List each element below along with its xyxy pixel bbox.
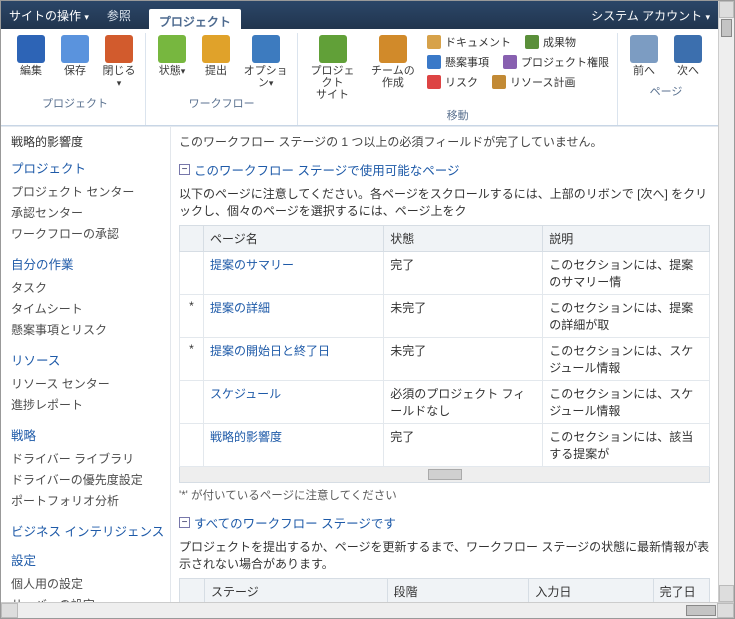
sidebar-item[interactable]: プロジェクト センター xyxy=(11,181,170,202)
col-step: 段階 xyxy=(387,579,529,602)
table-row: 戦略的影響度完了このセクションには、該当する提案が xyxy=(180,424,710,467)
sidebar-current[interactable]: 戦略的影響度 xyxy=(11,131,170,152)
table-row: *提案の開始日と終了日未完了このセクションには、スケジュール情報 xyxy=(180,338,710,381)
window-hscroll[interactable] xyxy=(1,602,734,618)
table-row: スケジュール必須のプロジェクト フィールドなしこのセクションには、スケジュール情… xyxy=(180,381,710,424)
edit-button[interactable]: 編集 xyxy=(11,33,51,79)
close-button[interactable]: 閉じる▾ xyxy=(99,33,139,91)
sidebar-item[interactable]: サーバーの設定 xyxy=(11,594,170,602)
account-menu[interactable]: システム アカウント ▾ xyxy=(591,7,710,24)
sidebar-item[interactable]: リソース センター xyxy=(11,373,170,394)
page-link[interactable]: 戦略的影響度 xyxy=(204,424,384,467)
ribbon: 編集 保存 閉じる▾ プロジェクト 状態▾ 提出 オプション▾ ワークフロー xyxy=(1,29,718,126)
pages-hscroll[interactable] xyxy=(179,467,710,483)
sidebar-header[interactable]: 自分の作業 xyxy=(11,254,170,273)
workflow-warning: このワークフロー ステージの 1 つ以上の必須フィールドが完了していません。 xyxy=(179,133,710,150)
sidebar-item[interactable]: タイムシート xyxy=(11,298,170,319)
col-stage: ステージ xyxy=(205,579,388,602)
resource-button[interactable]: リソース計画 xyxy=(490,73,577,91)
sidebar-header[interactable]: 設定 xyxy=(11,550,170,569)
col-entry: 入力日 xyxy=(529,579,653,602)
document-button[interactable]: ドキュメント xyxy=(425,33,513,51)
site-actions-menu[interactable]: サイトの操作 ▾ xyxy=(9,7,89,24)
ribbon-group-project-label: プロジェクト xyxy=(11,93,139,111)
sidebar-item[interactable]: ドライバーの優先度設定 xyxy=(11,469,170,490)
deliverable-button[interactable]: 成果物 xyxy=(523,33,578,51)
pages-note: 以下のページに注意してください。各ページをスクロールするには、上部のリボンで [… xyxy=(179,185,710,219)
sidebar-header[interactable]: ビジネス インテリジェンス xyxy=(11,521,170,540)
window-vscroll[interactable] xyxy=(718,1,734,602)
sidebar-header[interactable]: 戦略 xyxy=(11,425,170,444)
ribbon-group-workflow-label: ワークフロー xyxy=(152,93,291,111)
page-link[interactable]: 提案の詳細 xyxy=(204,295,384,338)
risk-button[interactable]: リスク xyxy=(425,73,480,91)
main-content: このワークフロー ステージの 1 つ以上の必須フィールドが完了していません。 −… xyxy=(171,127,718,602)
tab-project[interactable]: プロジェクト xyxy=(149,9,241,34)
permission-button[interactable]: プロジェクト権限 xyxy=(501,53,611,71)
prev-button[interactable]: 前へ xyxy=(624,33,664,79)
collapse-icon: − xyxy=(179,164,190,175)
submit-button[interactable]: 提出 xyxy=(196,33,236,79)
project-site-button[interactable]: プロジェクトサイト xyxy=(304,33,360,103)
page-link[interactable]: スケジュール xyxy=(204,381,384,424)
sidebar-item[interactable]: 承認センター xyxy=(11,202,170,223)
pages-footnote: '*' が付いているページに注意してください xyxy=(179,487,710,503)
pages-table: ページ名 状態 説明 提案のサマリー完了このセクションには、提案のサマリー情*提… xyxy=(179,225,710,467)
team-create-button[interactable]: チームの作成 xyxy=(365,33,421,91)
issues-button[interactable]: 懸案事項 xyxy=(425,53,491,71)
col-page-state: 状態 xyxy=(384,226,543,252)
state-button[interactable]: 状態▾ xyxy=(152,33,192,79)
tab-browse[interactable]: 参照 xyxy=(99,3,139,28)
options-button[interactable]: オプション▾ xyxy=(240,33,291,91)
sidebar-item[interactable]: ワークフローの承認 xyxy=(11,223,170,244)
col-page-desc: 説明 xyxy=(543,226,710,252)
table-row: 提案のサマリー完了このセクションには、提案のサマリー情 xyxy=(180,252,710,295)
stages-section-toggle[interactable]: − すべてのワークフロー ステージです xyxy=(179,513,710,532)
pages-section-toggle[interactable]: − このワークフロー ステージで使用可能なページ xyxy=(179,160,710,179)
ribbon-group-move-label: 移動 xyxy=(304,105,611,123)
table-row: *提案の詳細未完了このセクションには、提案の詳細が取 xyxy=(180,295,710,338)
sidebar-item[interactable]: ドライバー ライブラリ xyxy=(11,448,170,469)
sidebar-item[interactable]: タスク xyxy=(11,277,170,298)
sidebar-item[interactable]: 懸案事項とリスク xyxy=(11,319,170,340)
next-button[interactable]: 次へ xyxy=(668,33,708,79)
sidebar-item[interactable]: 個人用の設定 xyxy=(11,573,170,594)
sidebar: 戦略的影響度 プロジェクトプロジェクト センター承認センターワークフローの承認自… xyxy=(1,127,171,602)
ribbon-group-page-label: ページ xyxy=(624,81,708,99)
sidebar-header[interactable]: リソース xyxy=(11,350,170,369)
sidebar-item[interactable]: ポートフォリオ分析 xyxy=(11,490,170,511)
col-page-name: ページ名 xyxy=(204,226,384,252)
stages-table: ステージ 段階 入力日 完了日 −ワークフロー フェーズ: 作成✔初期段階の提案… xyxy=(179,578,710,602)
sidebar-item[interactable]: 進捗レポート xyxy=(11,394,170,415)
stages-note: プロジェクトを提出するか、ページを更新するまで、ワークフロー ステージの状態に最… xyxy=(179,538,710,572)
collapse-icon: − xyxy=(179,517,190,528)
page-link[interactable]: 提案のサマリー xyxy=(204,252,384,295)
sidebar-header[interactable]: プロジェクト xyxy=(11,158,170,177)
page-link[interactable]: 提案の開始日と終了日 xyxy=(204,338,384,381)
save-button[interactable]: 保存 xyxy=(55,33,95,79)
col-end: 完了日 xyxy=(653,579,709,602)
